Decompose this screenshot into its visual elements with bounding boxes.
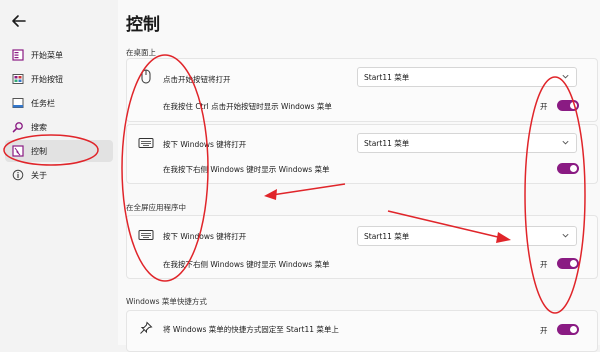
toggle-state-label: 开 [540, 260, 548, 269]
page-title: 控制 [126, 15, 160, 35]
pin-icon [140, 321, 153, 334]
sidebar-item-label: 搜索 [31, 122, 47, 132]
start-button-click-card: 点击开始按钮将打开 Start11 菜单 在我按住 Ctrl 点击开始按钮时显示… [126, 58, 598, 122]
back-arrow-icon[interactable] [8, 10, 30, 32]
info-icon [11, 168, 25, 182]
sidebar-item-label: 任务栏 [31, 98, 55, 108]
sidebar-item-label: 开始按钮 [31, 74, 63, 84]
sidebar-item-taskbar[interactable]: 任务栏 [5, 92, 113, 114]
right-windows-key-toggle[interactable] [557, 163, 579, 174]
sidebar-item-start-menu[interactable]: 开始菜单 [5, 44, 113, 66]
toggle-knob [570, 102, 577, 109]
dropdown-value: Start11 菜单 [364, 139, 410, 148]
fullscreen-windows-key-label: 按下 Windows 键将打开 [163, 232, 247, 241]
section-label-shortcut: Windows 菜单快捷方式 [126, 297, 207, 306]
fullscreen-windows-key-dropdown[interactable]: Start11 菜单 [357, 226, 577, 246]
chevron-down-icon [562, 140, 569, 145]
control-icon [11, 144, 25, 158]
windows-key-card: 按下 Windows 键将打开 Start11 菜单 在我按下右侧 Window… [126, 124, 598, 184]
right-windows-key-label: 在我按下右侧 Windows 键时显示 Windows 菜单 [163, 165, 330, 174]
windows-key-label: 按下 Windows 键将打开 [163, 140, 247, 149]
toggle-state-label: 开 [540, 102, 548, 111]
dropdown-value: Start11 菜单 [364, 73, 410, 82]
pin-shortcut-toggle[interactable] [557, 324, 579, 335]
section-label-desktop: 在桌面上 [126, 48, 156, 57]
sidebar: 开始菜单 开始按钮 任务栏 搜索 控制 关于 [0, 0, 118, 345]
start-menu-icon [11, 48, 25, 62]
pin-shortcut-label: 将 Windows 菜单的快捷方式固定至 Start11 菜单上 [163, 325, 339, 334]
sidebar-item-search[interactable]: 搜索 [5, 116, 113, 138]
sidebar-item-label: 控制 [31, 146, 47, 156]
start-button-click-label: 点击开始按钮将打开 [163, 75, 231, 84]
fullscreen-windows-key-card: 按下 Windows 键将打开 Start11 菜单 在我按下右侧 Window… [126, 215, 598, 279]
section-label-fullscreen: 在全屏应用程序中 [126, 203, 186, 212]
fullscreen-right-windows-key-label: 在我按下右侧 Windows 键时显示 Windows 菜单 [163, 260, 330, 269]
pin-shortcut-card: 将 Windows 菜单的快捷方式固定至 Start11 菜单上 开 [126, 310, 598, 352]
start-button-icon [11, 72, 25, 86]
ctrl-click-toggle[interactable] [557, 100, 579, 111]
chevron-down-icon [562, 233, 569, 238]
toggle-knob [570, 165, 577, 172]
search-icon [11, 120, 25, 134]
toggle-state-label: 开 [540, 326, 548, 335]
keyboard-icon [138, 138, 154, 148]
toggle-knob [570, 326, 577, 333]
mouse-icon [141, 69, 151, 84]
fullscreen-right-windows-key-toggle[interactable] [557, 258, 579, 269]
start-button-click-dropdown[interactable]: Start11 菜单 [357, 67, 577, 87]
ctrl-click-windows-menu-label: 在我按住 Ctrl 点击开始按钮时显示 Windows 菜单 [163, 102, 332, 111]
windows-key-dropdown[interactable]: Start11 菜单 [357, 133, 577, 153]
sidebar-item-label: 开始菜单 [31, 50, 63, 60]
taskbar-icon [11, 96, 25, 110]
chevron-down-icon [562, 74, 569, 79]
sidebar-item-start-button[interactable]: 开始按钮 [5, 68, 113, 90]
sidebar-item-about[interactable]: 关于 [5, 164, 113, 186]
sidebar-item-label: 关于 [31, 170, 47, 180]
main-panel: 控制 在桌面上 点击开始按钮将打开 Start11 菜单 在我按住 Ctrl 点… [118, 0, 600, 352]
sidebar-item-control[interactable]: 控制 [5, 140, 113, 162]
keyboard-icon [138, 230, 154, 240]
toggle-knob [570, 260, 577, 267]
dropdown-value: Start11 菜单 [364, 232, 410, 241]
